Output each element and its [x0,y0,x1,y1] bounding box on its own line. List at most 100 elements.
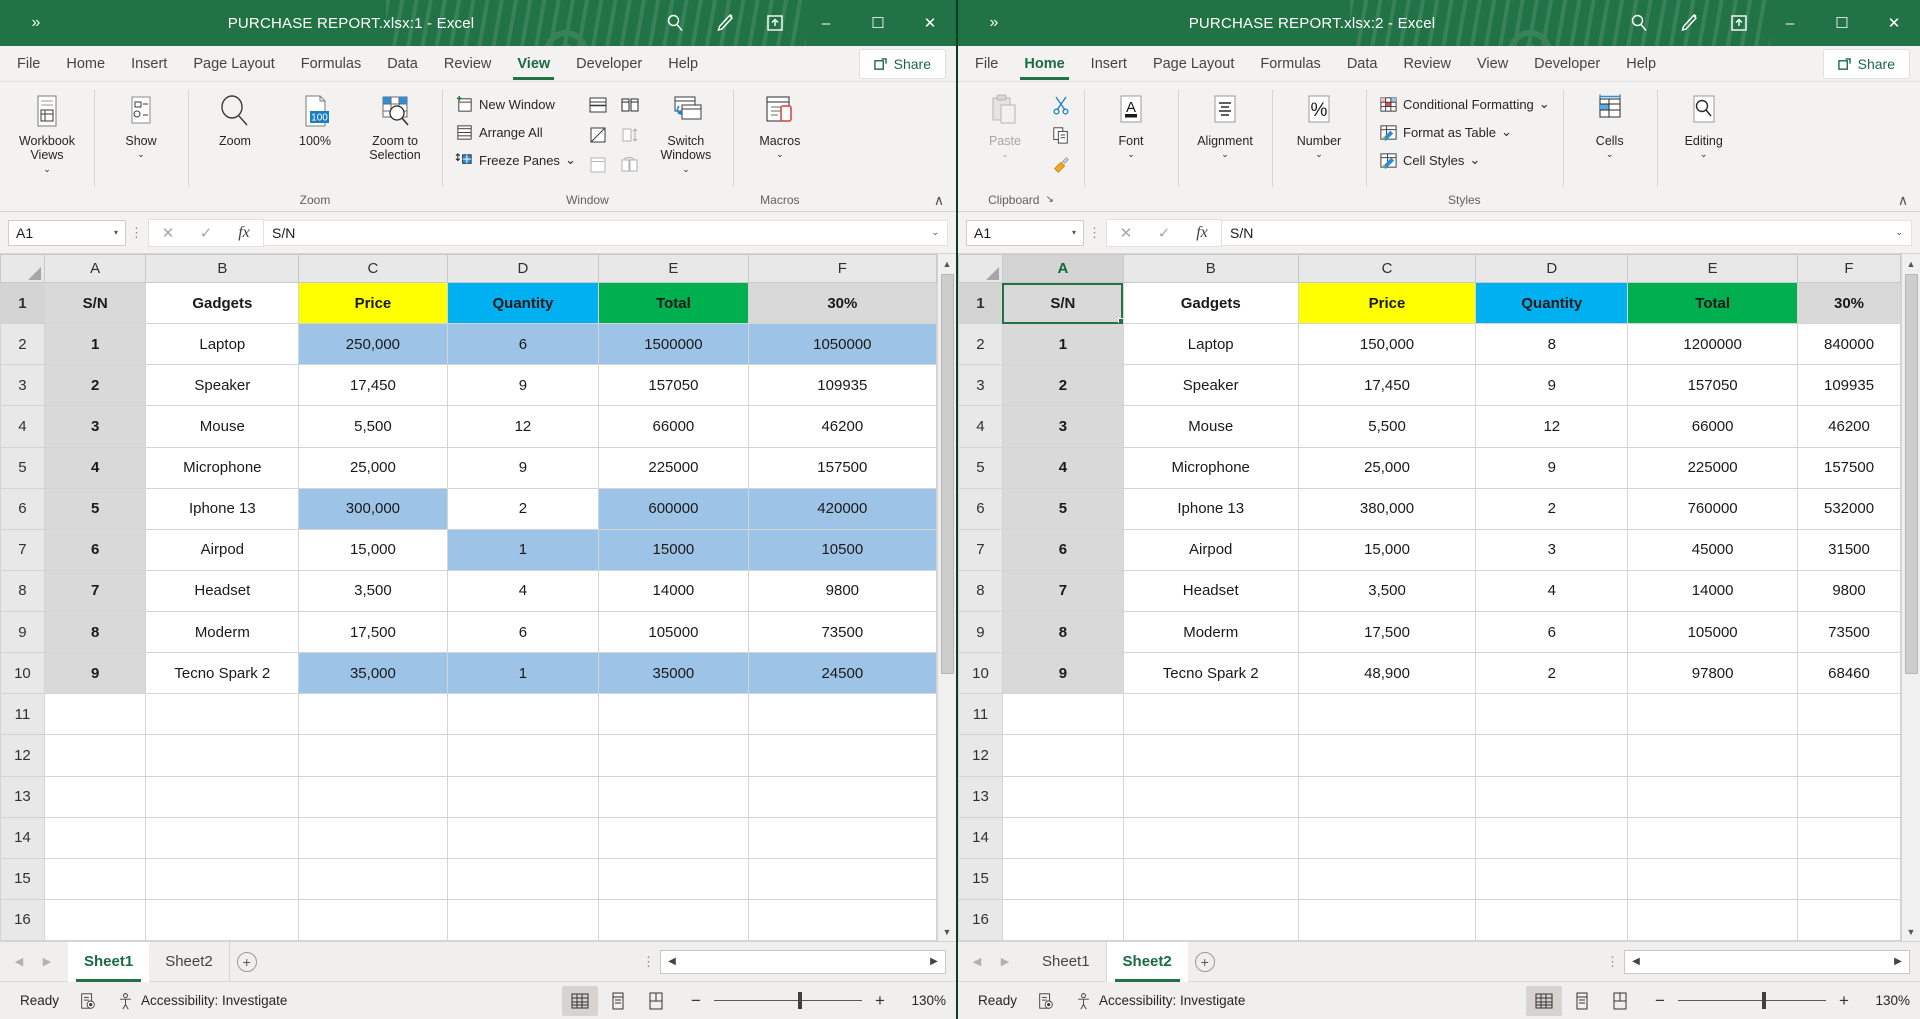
paste-button[interactable]: Paste ⌄ [966,88,1044,162]
format-painter-icon[interactable] [1046,151,1076,179]
scroll-left-icon[interactable]: ◀ [1625,951,1647,973]
row-header-6[interactable]: 6 [1,488,45,529]
close-button[interactable]: ✕ [906,0,954,46]
collapse-ribbon-button[interactable]: ∧ [1892,192,1914,209]
cell-d16[interactable] [1476,899,1628,940]
cell-f12[interactable] [1798,735,1901,776]
row-header-4[interactable]: 4 [1,406,45,447]
cell-c15[interactable] [299,858,447,899]
cell-a1[interactable]: S/N [1002,283,1123,324]
quick-access-overflow-chevron[interactable]: » [22,14,50,32]
cell-c8[interactable]: 3,500 [299,570,447,611]
cell-a6[interactable]: 5 [44,488,146,529]
row-header-11[interactable]: 11 [1,694,45,735]
cell-e13[interactable] [599,776,749,817]
cell-b8[interactable]: Headset [146,570,299,611]
cell-b13[interactable] [1123,776,1298,817]
cell-a3[interactable]: 2 [44,365,146,406]
table-row[interactable]: 15 [959,858,1901,899]
cell-f1[interactable]: 30% [1798,283,1901,324]
page-break-preview-button[interactable] [1602,986,1638,1016]
formula-bar-resize-handle[interactable]: ⋮ [1084,225,1106,241]
unhide-icon[interactable] [583,151,613,179]
cell-a11[interactable] [44,694,146,735]
column-header-c[interactable]: C [299,255,447,283]
table-row[interactable]: 2 1 Laptop 250,000 6 1500000 1050000 [1,324,937,365]
table-row[interactable]: 14 [1,817,937,858]
cell-e5[interactable]: 225000 [1628,447,1798,488]
cell-b7[interactable]: Airpod [146,529,299,570]
select-all-corner[interactable] [1,255,45,283]
search-icon[interactable] [652,0,698,46]
cell-a9[interactable]: 8 [1002,612,1123,653]
row-header-10[interactable]: 10 [1,653,45,694]
cell-f6[interactable]: 532000 [1798,488,1901,529]
cell-c2[interactable]: 250,000 [299,324,447,365]
table-row[interactable]: 15 [1,858,937,899]
cell-b15[interactable] [146,858,299,899]
expand-formula-bar-icon[interactable]: ⌄ [1889,227,1903,238]
table-row[interactable]: 9 8 Moderm 17,500 6 105000 73500 [1,612,937,653]
cell-c3[interactable]: 17,450 [1298,365,1476,406]
cell-e10[interactable]: 97800 [1628,653,1798,694]
alignment-button[interactable]: Alignment ⌄ [1186,88,1264,162]
cell-b14[interactable] [1123,817,1298,858]
cell-a13[interactable] [44,776,146,817]
new-window-button[interactable]: New Window [450,90,581,118]
cell-c8[interactable]: 3,500 [1298,570,1476,611]
cell-f9[interactable]: 73500 [748,612,936,653]
copy-icon[interactable] [1046,121,1076,149]
cell-e7[interactable]: 15000 [599,529,749,570]
cell-a14[interactable] [1002,817,1123,858]
ribbon-tab-page-layout[interactable]: Page Layout [1140,47,1247,81]
formula-input[interactable]: S/N ⌄ [1222,220,1912,246]
minimize-button[interactable]: – [802,0,850,46]
minimize-button[interactable]: – [1766,0,1814,46]
cell-d4[interactable]: 12 [1476,406,1628,447]
cell-c7[interactable]: 15,000 [299,529,447,570]
chevron-down-icon[interactable]: ⌄ [565,152,576,168]
chevron-down-icon[interactable]: ⌄ [682,165,690,173]
cell-a1[interactable]: S/N [44,283,146,324]
macro-record-button[interactable] [69,986,107,1016]
cell-e8[interactable]: 14000 [599,570,749,611]
cell-a10[interactable]: 9 [44,653,146,694]
cancel-entry-icon[interactable]: ✕ [149,220,187,246]
scroll-right-icon[interactable]: ▶ [923,951,945,973]
next-sheet-icon[interactable]: ▶ [34,949,60,975]
cell-d2[interactable]: 8 [1476,324,1628,365]
cell-d4[interactable]: 12 [447,406,599,447]
table-row[interactable]: 13 [1,776,937,817]
next-sheet-icon[interactable]: ▶ [992,949,1018,975]
cell-d13[interactable] [1476,776,1628,817]
horizontal-scroll-track[interactable] [1647,951,1887,973]
table-row[interactable]: 11 [1,694,937,735]
cell-a6[interactable]: 5 [1002,488,1123,529]
cell-f16[interactable] [1798,899,1901,940]
vertical-scroll-thumb[interactable] [941,274,954,674]
row-header-9[interactable]: 9 [959,612,1003,653]
cell-d9[interactable]: 6 [1476,612,1628,653]
ribbon-tab-formulas[interactable]: Formulas [1247,47,1333,81]
sheet-tab-sheet1[interactable]: Sheet1 [68,942,149,982]
cell-e9[interactable]: 105000 [1628,612,1798,653]
scroll-left-icon[interactable]: ◀ [661,951,683,973]
cell-f11[interactable] [1798,694,1901,735]
row-header-7[interactable]: 7 [959,529,1003,570]
cell-e5[interactable]: 225000 [599,447,749,488]
column-header-e[interactable]: E [599,255,749,283]
cell-a4[interactable]: 3 [44,406,146,447]
table-row[interactable]: 8 7 Headset 3,500 4 14000 9800 [1,570,937,611]
pen-icon[interactable] [1666,0,1712,46]
cell-d11[interactable] [447,694,599,735]
show-button[interactable]: Show ⌄ [102,88,180,162]
cell-d2[interactable]: 6 [447,324,599,365]
view-side-by-side-icon[interactable] [615,91,645,119]
ribbon-tab-file[interactable]: File [4,47,53,81]
column-header-c[interactable]: C [1298,255,1476,283]
cell-e16[interactable] [1628,899,1798,940]
chevron-down-icon[interactable]: ▾ [1072,228,1076,237]
ribbon-tab-developer[interactable]: Developer [563,47,655,81]
cell-a8[interactable]: 7 [44,570,146,611]
cell-f8[interactable]: 9800 [1798,570,1901,611]
